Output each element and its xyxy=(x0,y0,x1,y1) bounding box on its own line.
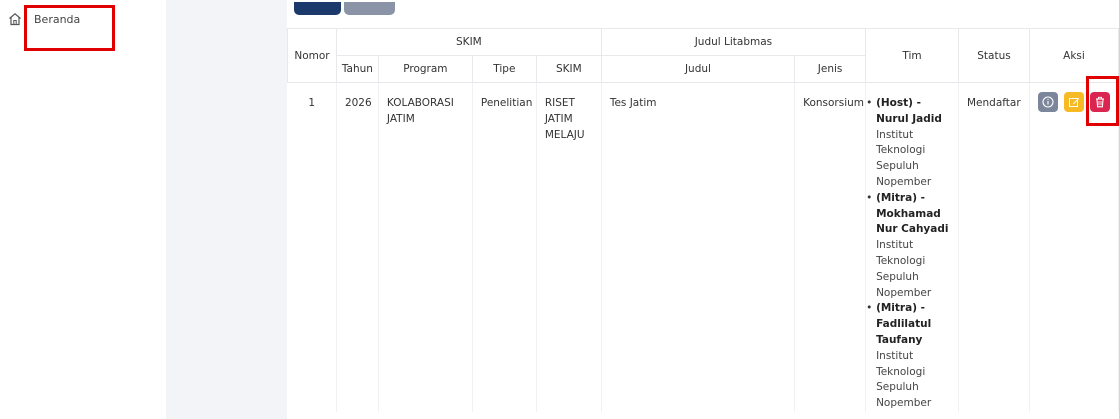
header-aksi: Aksi xyxy=(1028,28,1119,83)
header-jenis: Jenis xyxy=(794,55,867,83)
edit-button[interactable] xyxy=(1063,92,1084,112)
cell-aksi xyxy=(1029,82,1119,412)
info-button[interactable] xyxy=(1037,92,1058,112)
header-skim: SKIM xyxy=(535,55,602,83)
header-tahun: Tahun xyxy=(335,55,379,83)
header-skim-group: SKIM xyxy=(335,28,602,56)
tim-member-institution: Institut Teknologi Sepuluh Nopember xyxy=(876,239,932,299)
header-judul: Judul xyxy=(600,55,796,83)
list-item: (Mitra) - Mokhamad Nur Cahyadi Institut … xyxy=(866,191,952,302)
cell-jenis: Konsorsium xyxy=(794,82,867,412)
sidebar: Beranda xyxy=(0,0,166,419)
cell-tipe: Penelitian xyxy=(472,82,537,412)
highlight-box-delete xyxy=(1086,76,1119,126)
cell-tahun: 2026 xyxy=(336,82,379,412)
header-program: Program xyxy=(377,55,473,83)
cell-status: Mendaftar xyxy=(958,82,1030,412)
header-tim: Tim xyxy=(865,28,959,83)
cell-skim: RISET JATIM MELAJU xyxy=(536,82,602,412)
litabmas-table: Nomor SKIM Judul Litabmas Tim Status Aks… xyxy=(287,28,1119,412)
tim-member-name: (Host) - Nurul Jadid xyxy=(876,97,942,125)
home-icon xyxy=(8,12,22,26)
table-row: 1 2026 KOLABORASI JATIM Penelitian RISET… xyxy=(287,82,1119,412)
info-icon xyxy=(1042,96,1054,108)
tim-member-name: (Mitra) - Fadlilatul Taufany xyxy=(876,302,932,346)
header-tipe: Tipe xyxy=(471,55,537,83)
cell-program: KOLABORASI JATIM xyxy=(378,82,473,412)
highlight-box-beranda xyxy=(24,5,115,51)
tim-member-name: (Mitra) - Mokhamad Nur Cahyadi xyxy=(876,191,949,236)
tim-list: (Host) - Nurul Jadid Institut Teknologi … xyxy=(866,96,952,412)
list-item: (Mitra) - Fadlilatul Taufany Institut Te… xyxy=(866,301,952,412)
tim-member-institution: Institut Teknologi Sepuluh Nopember xyxy=(876,128,932,188)
tim-member-institution: Institut Teknologi Sepuluh Nopember xyxy=(876,349,932,410)
header-nomor: Nomor xyxy=(287,28,337,83)
secondary-button[interactable] xyxy=(344,2,395,15)
header-judul-litabmas: Judul Litabmas xyxy=(600,28,867,56)
main-content: Nomor SKIM Judul Litabmas Tim Status Aks… xyxy=(287,0,1119,419)
cell-judul: Tes Jatim xyxy=(601,82,796,412)
cell-nomor: 1 xyxy=(287,82,337,412)
header-status: Status xyxy=(958,28,1030,83)
list-item: (Host) - Nurul Jadid Institut Teknologi … xyxy=(866,96,952,191)
primary-button[interactable] xyxy=(294,2,341,15)
content-gutter xyxy=(166,0,287,419)
cell-tim: (Host) - Nurul Jadid Institut Teknologi … xyxy=(865,82,959,412)
edit-icon xyxy=(1068,98,1080,107)
